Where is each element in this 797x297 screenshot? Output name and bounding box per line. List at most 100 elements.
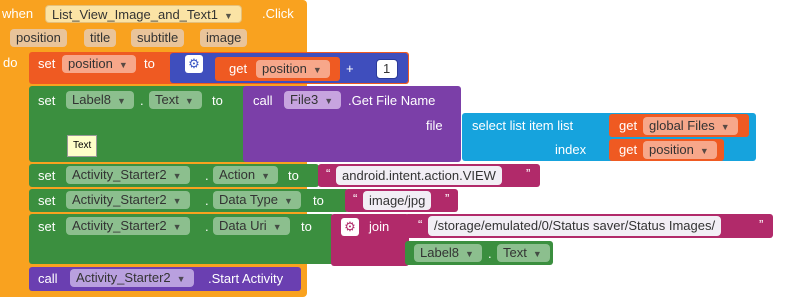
chevron-down-icon: ▼ [532,249,542,259]
component-label: Activity_Starter2 [72,167,167,182]
list-arg-label: list [557,118,574,133]
component-label: Activity_Starter2 [72,192,167,207]
param-title[interactable]: title [84,29,117,47]
string-field[interactable]: /storage/emulated/0/Status saver/Status … [428,216,722,236]
chevron-down-icon: ▼ [272,222,282,232]
select-label: select list item [472,118,554,133]
event-name: .Click [262,6,294,21]
chevron-down-icon: ▼ [312,65,322,75]
method-label: .Get File Name [348,93,436,108]
set-label: set [38,193,56,208]
file-arg-label: file [426,118,443,133]
to-label: to [301,219,312,234]
chevron-down-icon: ▼ [172,171,182,181]
gear-icon[interactable]: ⚙ [185,55,203,73]
property-label: Data Uri [219,218,267,233]
chevron-down-icon: ▼ [284,196,293,206]
dot-label: . [140,93,144,108]
method-label: .Start Activity [208,271,284,286]
chevron-down-icon: ▼ [324,96,334,106]
string-field[interactable]: image/jpg [363,191,432,210]
chevron-down-icon: ▼ [224,11,233,21]
chevron-down-icon: ▼ [184,96,194,106]
chevron-down-icon: ▼ [118,60,128,70]
component-label: Activity_Starter2 [76,270,171,285]
to-label: to [313,193,324,208]
when-label: when [2,6,34,21]
component-dropdown[interactable]: Activity_Starter2 ▼ [66,166,190,184]
set-label: set [38,56,56,71]
quote-icon: ” [759,217,764,232]
param-subtitle[interactable]: subtitle [131,29,185,47]
param-image[interactable]: image [200,29,248,47]
component-dropdown[interactable]: Activity_Starter2 ▼ [66,217,190,235]
quote-icon: ” [445,191,450,206]
variable-label: position [68,56,113,71]
chevron-down-icon: ▼ [117,96,126,106]
property-dropdown[interactable]: Action ▼ [213,166,279,184]
param-position[interactable]: position [10,29,67,47]
property-label: Text [503,245,527,260]
call-label: call [253,93,273,108]
component-label: Activity_Starter2 [72,218,167,233]
plus-operator: + [346,61,354,76]
property-label: Action [219,167,256,182]
property-label: Data Type [219,192,279,207]
event-component-label: List_View_Image_and_Text1 [52,7,218,22]
get-variable-label: position [262,61,307,76]
chevron-down-icon: ▼ [465,249,474,259]
join-label: join [369,219,390,234]
select-list-item-label: select list item list [472,118,573,134]
quote-icon: “ [418,217,423,232]
dot-label: . [205,219,209,234]
get-variable-dropdown[interactable]: position ▼ [256,60,330,78]
file-component-label: File3 [290,92,319,107]
gear-icon[interactable]: ⚙ [341,218,359,236]
do-label: do [3,55,18,70]
set-label: set [38,219,56,234]
chevron-down-icon: ▼ [720,122,730,132]
to-label: to [212,93,223,108]
property-dropdown[interactable]: Text ▼ [149,91,202,109]
to-label: to [288,168,299,183]
set-label: set [38,168,56,183]
property-dropdown[interactable]: Data Uri ▼ [213,217,290,235]
global-var-label: global Files [649,118,715,133]
component-label: Label8 [72,92,112,107]
dot-label: . [205,168,209,183]
property-dropdown[interactable]: Text ▼ [497,244,550,262]
global-var-dropdown[interactable]: global Files ▼ [643,117,738,135]
chevron-down-icon: ▼ [172,196,182,206]
component-label: Label8 [420,245,460,260]
quote-icon: ” [526,166,531,181]
quote-icon: “ [353,191,358,206]
dot-label: . [488,246,492,261]
dot-label: . [205,193,209,208]
get-label: get [619,142,638,157]
component-dropdown[interactable]: Label8 ▼ [414,244,482,262]
quote-icon: “ [326,166,331,181]
chevron-down-icon: ▼ [699,146,709,156]
property-dropdown[interactable]: Data Type ▼ [213,191,301,209]
chevron-down-icon: ▼ [261,171,271,181]
set-label: set [38,93,56,108]
text-tooltip: Text [67,135,98,157]
chevron-down-icon: ▼ [176,274,186,284]
get-label: get [229,61,248,76]
string-field[interactable]: android.intent.action.VIEW [336,166,502,185]
variable-dropdown[interactable]: position ▼ [62,55,136,73]
index-var-dropdown[interactable]: position ▼ [643,141,717,159]
to-label: to [144,56,155,71]
event-component-dropdown[interactable]: List_View_Image_and_Text1 ▼ [45,5,242,23]
index-var-label: position [649,142,694,157]
index-arg-label: index [555,142,587,157]
get-label: get [619,118,638,133]
component-dropdown[interactable]: Activity_Starter2 ▼ [66,191,190,209]
property-label: Text [155,92,179,107]
number-field[interactable]: 1 [376,59,398,79]
file-component-dropdown[interactable]: File3 ▼ [284,91,342,109]
component-dropdown[interactable]: Label8 ▼ [66,91,134,109]
chevron-down-icon: ▼ [172,222,182,232]
component-dropdown[interactable]: Activity_Starter2 ▼ [70,269,194,287]
call-label: call [38,271,58,286]
